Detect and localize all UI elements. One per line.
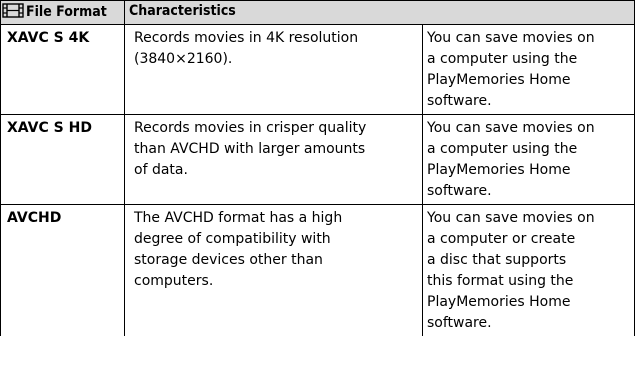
description-cell: Records movies in 4K resolution (3840×21… [124,24,423,115]
file-format-table: File Format Characteristics XAVC S 4K Re… [0,0,635,336]
format-note: You can save movies on a computer using … [427,30,595,109]
description-cell: The AVCHD format has a high degree of co… [124,204,423,336]
format-description: Records movies in 4K resolution (3840×21… [134,30,359,67]
file-format-header: File Format [0,0,125,25]
format-cell: XAVC S 4K [0,24,125,115]
table-row: XAVC S HD Records movies in crisper qual… [0,114,635,205]
characteristics-header: Characteristics [124,0,635,25]
file-format-header-label: File Format [26,4,107,20]
note-cell: You can save movies on a computer using … [422,114,635,205]
format-cell: XAVC S HD [0,114,125,205]
characteristics-header-label: Characteristics [129,3,236,19]
table-row: AVCHD The AVCHD format has a high degree… [0,204,635,336]
table-row: XAVC S 4K Records movies in 4K resolutio… [0,24,635,115]
format-description: Records movies in crisper quality than A… [134,120,367,178]
note-cell: You can save movies on a computer using … [422,24,635,115]
format-note: You can save movies on a computer or cre… [427,210,595,331]
format-cell: AVCHD [0,204,125,336]
description-cell: Records movies in crisper quality than A… [124,114,423,205]
format-description: The AVCHD format has a high degree of co… [134,210,343,289]
format-name: XAVC S HD [7,120,92,136]
note-cell: You can save movies on a computer or cre… [422,204,635,336]
format-name: XAVC S 4K [7,30,90,46]
format-note: You can save movies on a computer using … [427,120,595,199]
table-header-row: File Format Characteristics [0,0,635,25]
format-name: AVCHD [7,210,62,226]
film-icon [2,3,24,18]
document-page: File Format Characteristics XAVC S 4K Re… [0,0,641,371]
